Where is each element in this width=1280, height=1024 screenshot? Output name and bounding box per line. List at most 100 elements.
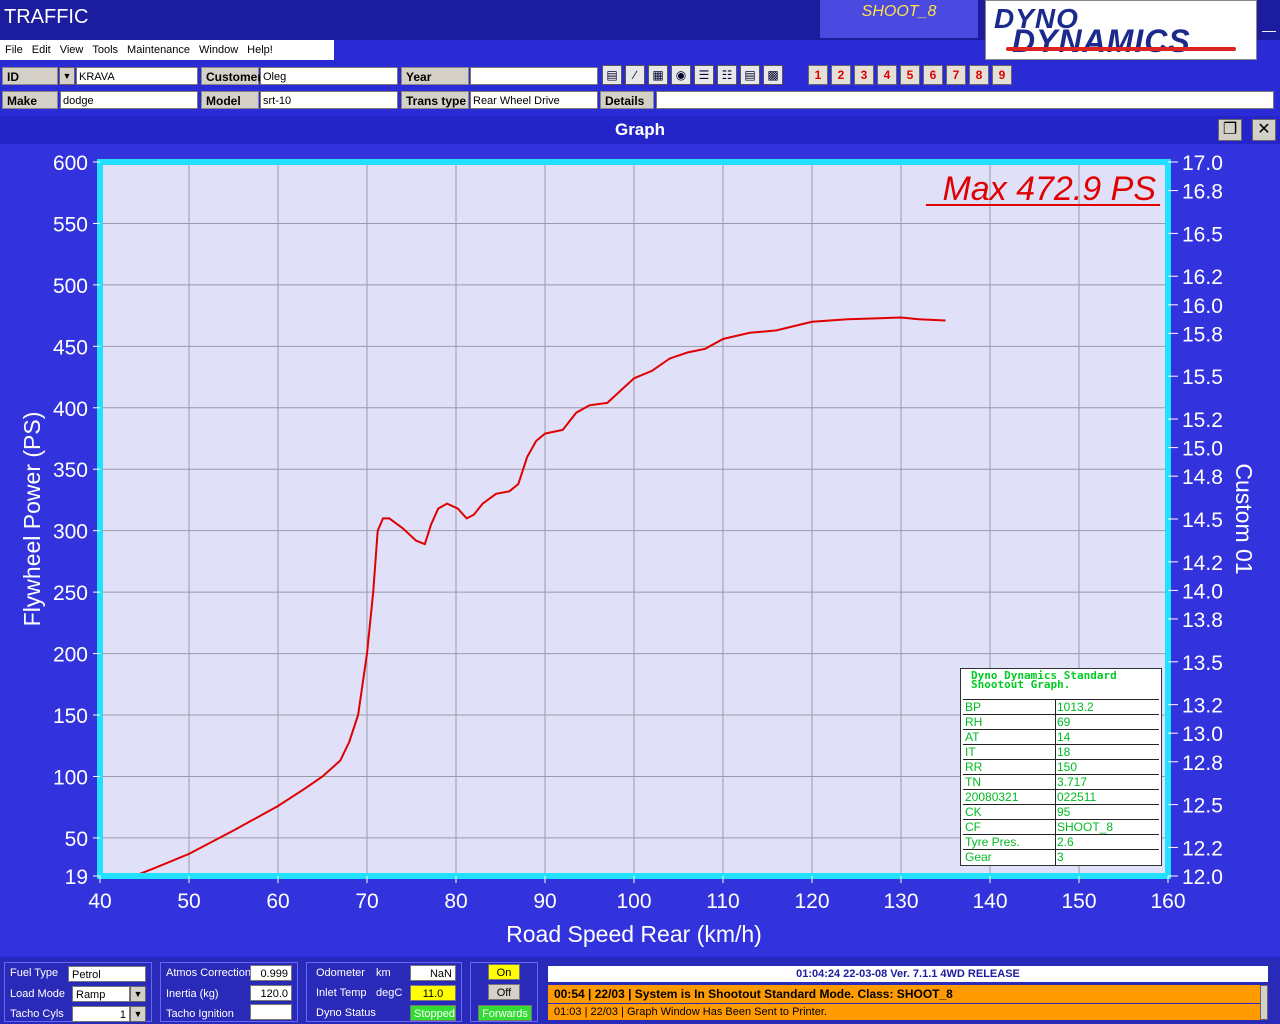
- y-tick-label: 500: [53, 275, 88, 298]
- y2-axis-title: Custom 01: [1231, 463, 1257, 574]
- menu-maintenance[interactable]: Maintenance: [122, 42, 194, 56]
- year-field[interactable]: [470, 67, 598, 85]
- model-field[interactable]: srt-10: [260, 91, 398, 109]
- info-value: 3: [1057, 850, 1064, 864]
- info-separator: [1055, 835, 1056, 850]
- off-button[interactable]: Off: [488, 984, 520, 1000]
- restore-icon[interactable]: ❐: [1218, 119, 1242, 141]
- info-key: TN: [965, 775, 981, 789]
- inertia-field[interactable]: 120.0: [250, 985, 292, 1001]
- close-icon[interactable]: ✕: [1252, 119, 1276, 141]
- menu-bar: File Edit View Tools Maintenance Window Help!: [0, 40, 334, 60]
- run-button-3[interactable]: 3: [854, 65, 874, 85]
- max-power-label: Max 472.9 PS: [942, 170, 1156, 208]
- list-icon[interactable]: ☰: [694, 65, 714, 85]
- message-scrollbar[interactable]: [1260, 985, 1268, 1020]
- run-button-4[interactable]: 4: [877, 65, 897, 85]
- x-tick-label: 60: [266, 890, 289, 913]
- x-tick-label: 130: [883, 890, 918, 913]
- tacho-ignition-field[interactable]: [250, 1004, 292, 1020]
- gauge-icon[interactable]: ◉: [671, 65, 691, 85]
- y2-tick-label: 13.2: [1182, 695, 1223, 718]
- y2-tick-label: 15.0: [1182, 438, 1223, 461]
- id-label: ID: [2, 67, 58, 85]
- info-key: Gear: [965, 850, 992, 864]
- table-icon[interactable]: ▦: [648, 65, 668, 85]
- run-button-6[interactable]: 6: [923, 65, 943, 85]
- x-tick-label: 80: [444, 890, 467, 913]
- odometer-label: Odometer: [316, 967, 365, 979]
- logo-swoosh: [1006, 47, 1236, 51]
- info-separator: [1055, 715, 1056, 730]
- inertia-label: Inertia (kg): [166, 988, 219, 1000]
- info-separator: [1055, 820, 1056, 835]
- x-tick-label: 90: [533, 890, 556, 913]
- info-key: BP: [965, 700, 982, 714]
- dyno-status-field: Stopped: [410, 1005, 456, 1021]
- info-row: RR 150: [963, 759, 1159, 775]
- odometer-unit: km: [376, 967, 391, 979]
- image-icon[interactable]: ▩: [763, 65, 783, 85]
- menu-view[interactable]: View: [55, 42, 88, 56]
- x-tick-label: 70: [355, 890, 378, 913]
- line-graph-icon[interactable]: ∕: [625, 65, 645, 85]
- logo-line2: DYNAMICS: [1012, 23, 1191, 59]
- inlet-temp-label: Inlet Temp: [316, 987, 367, 999]
- minimize-icon[interactable]: —: [1260, 22, 1278, 40]
- load-mode-label: Load Mode: [10, 988, 66, 1000]
- menu-edit[interactable]: Edit: [27, 42, 55, 56]
- run-button-9[interactable]: 9: [992, 65, 1012, 85]
- y2-tick-label: 15.2: [1182, 409, 1223, 432]
- run-button-1[interactable]: 1: [808, 65, 828, 85]
- customer-field[interactable]: Oleg: [260, 67, 398, 85]
- y-tick-label: 450: [53, 336, 88, 359]
- fuel-type-field[interactable]: Petrol: [68, 966, 146, 982]
- trans-type-field[interactable]: Rear Wheel Drive: [470, 91, 598, 109]
- y2-tick-label: 15.8: [1182, 323, 1223, 346]
- info-key: AT: [965, 730, 980, 744]
- y-tick-label: 350: [53, 459, 88, 482]
- y2-tick-label: 14.5: [1182, 509, 1223, 532]
- forwards-button[interactable]: Forwards: [478, 1005, 532, 1021]
- bar-chart-icon[interactable]: ▤: [602, 65, 622, 85]
- on-button[interactable]: On: [488, 964, 520, 980]
- run-button-8[interactable]: 8: [969, 65, 989, 85]
- make-label: Make: [2, 91, 58, 109]
- menu-file[interactable]: File: [0, 42, 27, 56]
- grid-icon[interactable]: ☷: [717, 65, 737, 85]
- y-tick-label: 250: [53, 582, 88, 605]
- tacho-cyls-dropdown-icon[interactable]: ▼: [130, 1006, 146, 1022]
- details-field[interactable]: [656, 91, 1274, 109]
- y2-tick-label: 16.5: [1182, 223, 1223, 246]
- menu-tools[interactable]: Tools: [87, 42, 122, 56]
- menu-help[interactable]: Help!: [242, 42, 277, 56]
- make-field[interactable]: dodge: [60, 91, 198, 109]
- id-dropdown-icon[interactable]: ▼: [59, 67, 75, 85]
- trans-type-label: Trans type: [401, 91, 469, 109]
- y2-tick-label: 12.5: [1182, 795, 1223, 818]
- y2-tick-label: 13.0: [1182, 723, 1223, 746]
- id-field[interactable]: KRAVA: [76, 67, 198, 85]
- info-table-title: Dyno Dynamics Standard Shootout Graph.: [971, 670, 1117, 690]
- menu-window[interactable]: Window: [194, 42, 242, 56]
- info-key: RR: [965, 760, 983, 774]
- fuel-type-label: Fuel Type: [10, 967, 59, 979]
- inlet-temp-field: 11.0: [410, 985, 456, 1001]
- run-button-2[interactable]: 2: [831, 65, 851, 85]
- load-mode-dropdown-icon[interactable]: ▼: [130, 986, 146, 1002]
- info-row: TN 3.717: [963, 774, 1159, 790]
- load-mode-select[interactable]: Ramp: [72, 986, 130, 1002]
- info-separator: [1055, 730, 1056, 745]
- tacho-cyls-select[interactable]: 1: [72, 1006, 130, 1022]
- printer-icon[interactable]: ▤: [740, 65, 760, 85]
- run-button-7[interactable]: 7: [946, 65, 966, 85]
- info-row: Gear 3: [963, 849, 1159, 865]
- info-value: 2.6: [1057, 835, 1074, 849]
- atmos-correction-field[interactable]: 0.999: [250, 965, 292, 981]
- run-button-5[interactable]: 5: [900, 65, 920, 85]
- inlet-temp-unit: degC: [376, 987, 403, 999]
- y2-tick-label: 12.8: [1182, 752, 1223, 775]
- y2-tick-label: 13.5: [1182, 652, 1223, 675]
- info-row: CK 95: [963, 804, 1159, 820]
- info-separator: [1055, 805, 1056, 820]
